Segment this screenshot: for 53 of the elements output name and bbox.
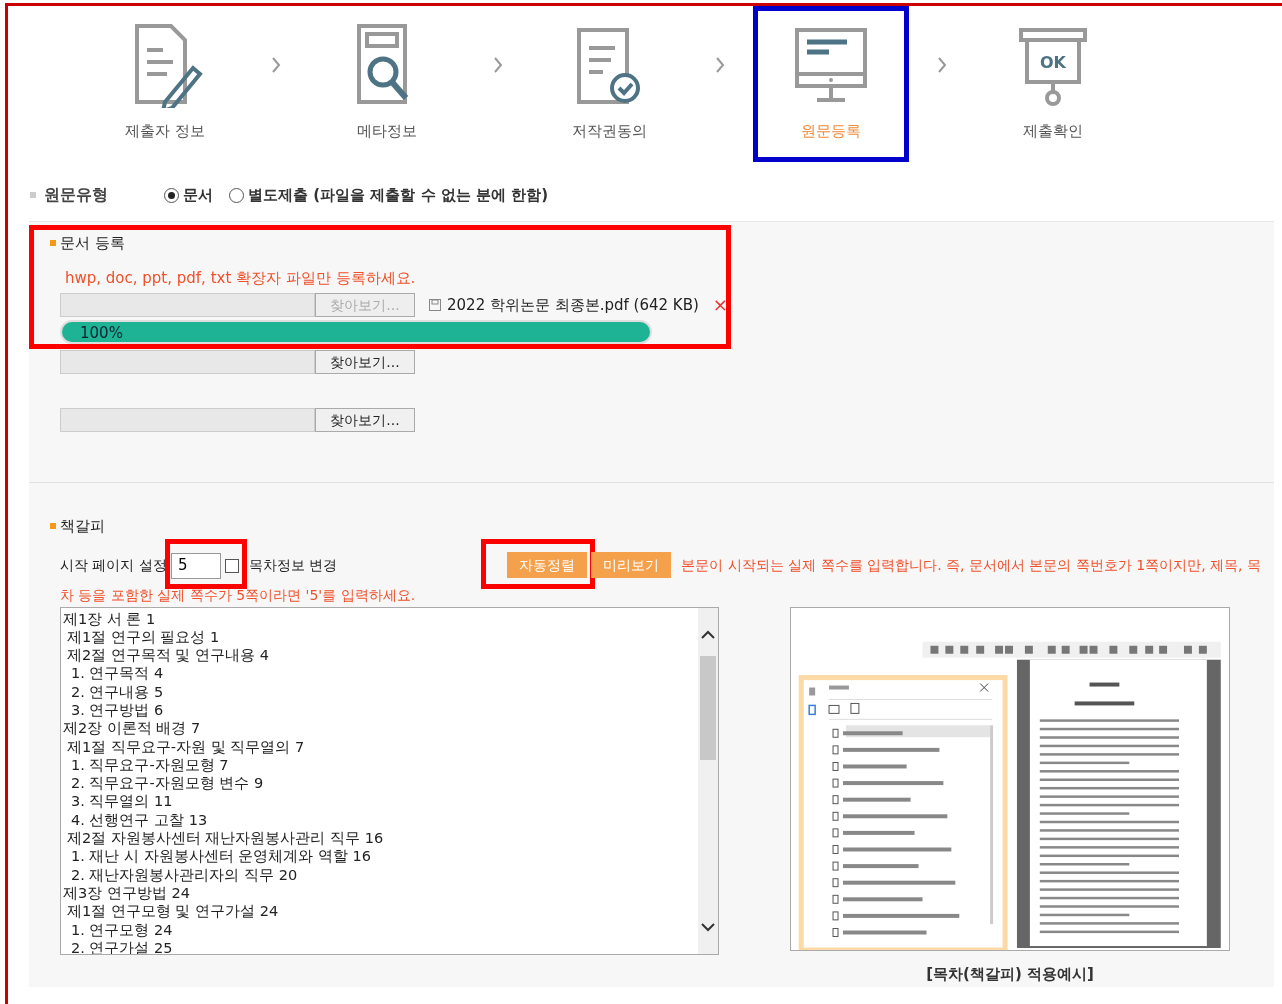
step-tab[interactable]: 저작권동의 xyxy=(531,6,687,162)
bullet-icon xyxy=(30,192,36,198)
bullet-icon xyxy=(50,523,56,530)
start-page-input[interactable]: 5 xyxy=(170,552,221,579)
field-label: 시작 페이지 설정 xyxy=(60,555,167,575)
toc-line: 제3장 연구방법 24 xyxy=(62,883,190,903)
progress-reading: 100% xyxy=(80,323,123,344)
toc-line: 2. 연구내용 5 xyxy=(70,682,164,701)
toc-line: 1. 연구모형 24 xyxy=(70,920,173,939)
browse-button[interactable]: 찾아보기... xyxy=(315,408,415,432)
scrollbar-thumb[interactable] xyxy=(700,655,716,760)
toc-line: 2. 직무요구-자원모형 변수 9 xyxy=(70,774,264,793)
bookmark-notice: 본문이 시작되는 실제 쪽수를 입력합니다. 즉, 문서에서 본문의 쪽번호가 1쪽이지만, 제목, 목 xyxy=(681,555,1262,575)
toc-line: 제1장 서 론 1 xyxy=(62,609,156,628)
step-tab[interactable]: OK 제출확인 xyxy=(975,6,1131,162)
upload-notice: hwp, doc, ppt, pdf, txt 확장자 파일만 등록하세요. xyxy=(65,267,417,289)
section-title: 책갈피 xyxy=(60,516,105,537)
checkbox-label: 목차정보 변경 xyxy=(248,555,338,575)
chevron-right-icon xyxy=(493,56,503,74)
toc-line: 제1절 연구모형 및 연구가설 24 xyxy=(66,902,279,921)
image-caption: [목차(책갈피) 적용예시] xyxy=(925,963,1095,985)
toc-line: 1. 연구목적 4 xyxy=(70,664,164,683)
checkbox[interactable] xyxy=(224,558,239,573)
file-path-field[interactable] xyxy=(60,408,315,432)
toc-line: 제1절 직무요구-자원 및 직무열의 7 xyxy=(66,737,305,756)
field-label: 원문유형 xyxy=(44,184,108,206)
toc-line: 3. 연구방법 6 xyxy=(70,701,164,720)
toc-line: 4. 선행연구 고찰 13 xyxy=(70,810,208,830)
scroll-down-icon[interactable] xyxy=(701,921,715,932)
chevron-right-icon xyxy=(937,56,947,74)
step-tab[interactable]: 제출자 정보 xyxy=(87,6,243,162)
file-path-field[interactable] xyxy=(60,293,315,317)
radio-option[interactable]: 문서 xyxy=(164,183,213,207)
scroll-up-icon[interactable] xyxy=(701,629,715,640)
chevron-right-icon xyxy=(271,56,281,74)
toc-line: 제2절 연구목적 및 연구내용 4 xyxy=(66,646,269,665)
radio-option[interactable]: 별도제출 (파일을 제출할 수 없는 분에 한함) xyxy=(229,183,549,207)
toc-line: 1. 직무요구-자원모형 7 xyxy=(70,755,229,775)
toc-line: 3. 직무열의 11 xyxy=(70,792,173,811)
file-name: 2022 학위논문 최종본.pdf (642 KB) xyxy=(447,294,699,316)
toc-line: 제1절 연구의 필요성 1 xyxy=(66,627,220,647)
toc-line: 2. 재난자원봉사관리자의 직무 20 xyxy=(70,865,298,884)
toc-line: 1. 재난 시 자원봉사센터 운영체계와 역할 16 xyxy=(70,847,371,866)
bookmark-notice: 차 등을 포함한 실제 쪽수가 5쪽이라면 '5'를 입력하세요. xyxy=(60,585,417,605)
scrollbar[interactable] xyxy=(698,607,718,954)
browse-button[interactable]: 찾아보기... xyxy=(315,350,415,374)
bullet-icon xyxy=(50,240,56,247)
toc-line: 제2장 이론적 배경 7 xyxy=(62,719,201,738)
file-path-field[interactable] xyxy=(60,350,315,374)
step-tab[interactable]: 메타정보 xyxy=(309,6,465,162)
section-title: 문서 등록 xyxy=(60,233,125,254)
chevron-right-icon xyxy=(715,56,725,74)
toc-line: 제2절 자원봉사센터 재난자원봉사관리 직무 16 xyxy=(66,829,384,848)
